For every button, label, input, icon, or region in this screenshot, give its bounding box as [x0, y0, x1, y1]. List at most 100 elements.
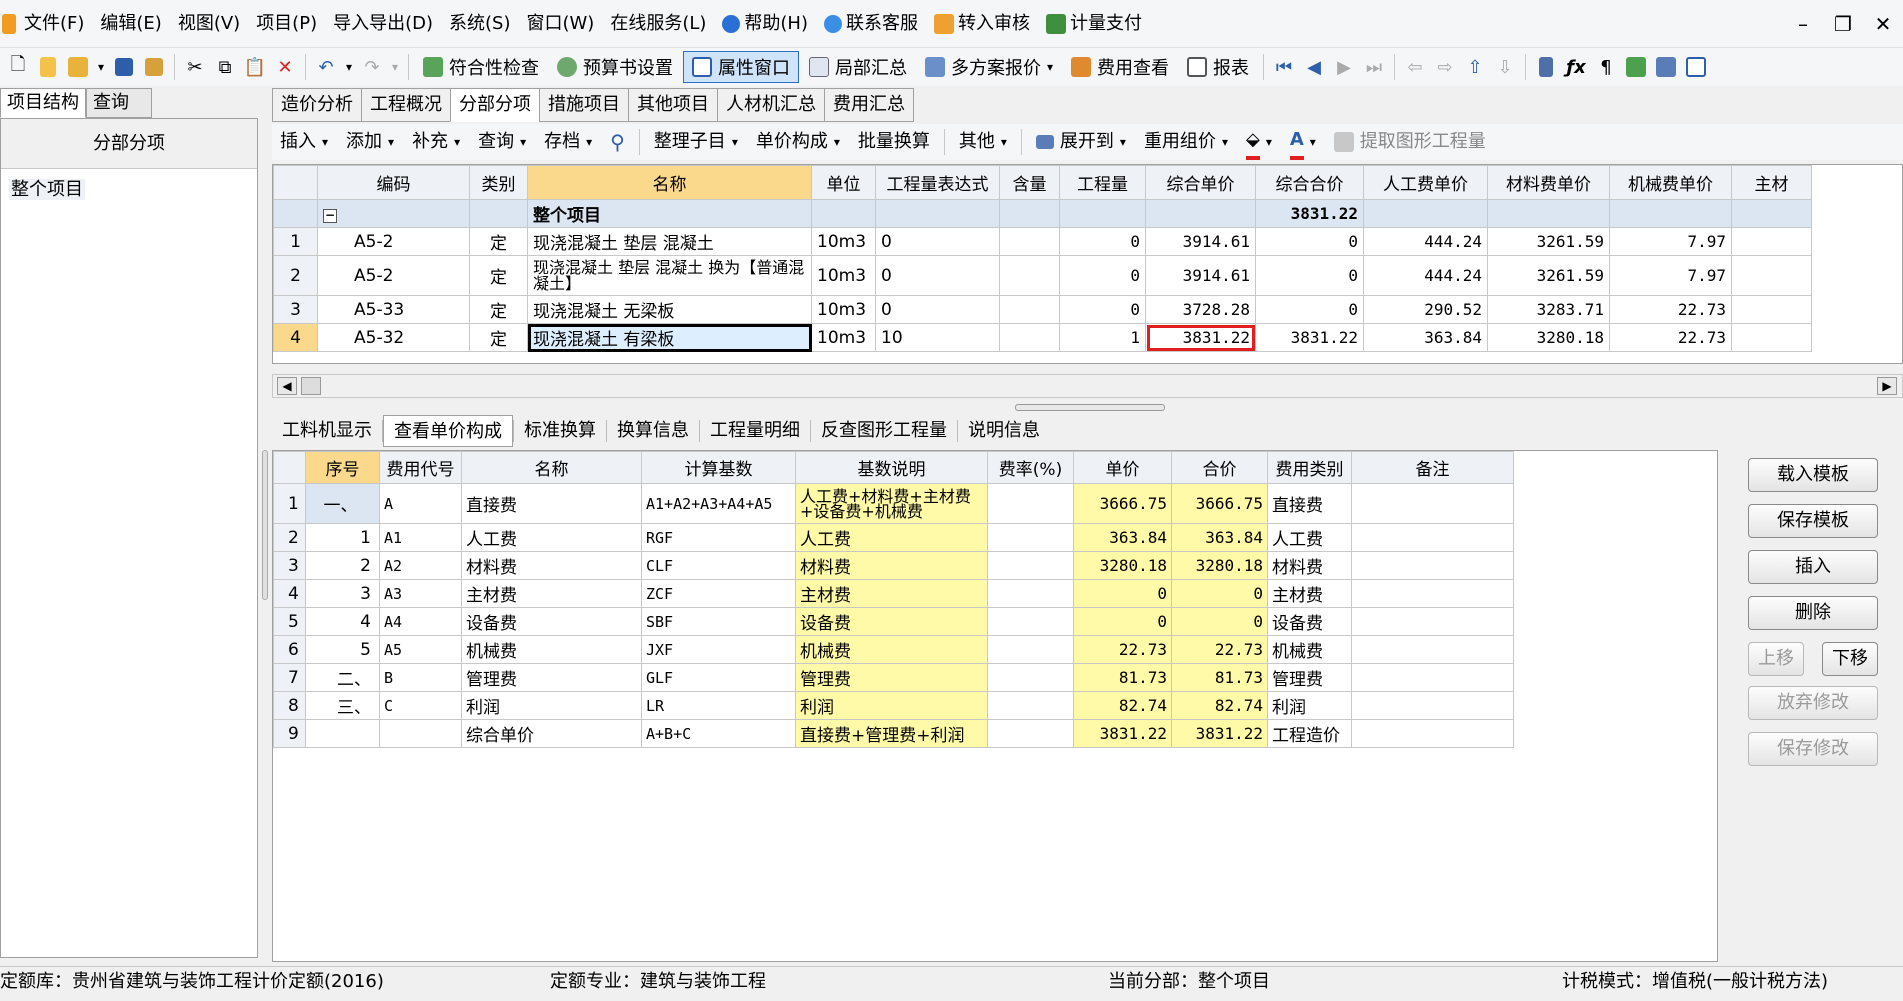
price-cell[interactable]: 3666.75 [1073, 483, 1172, 524]
arrow-right-icon[interactable]: ⇨ [1431, 52, 1459, 82]
main-tab[interactable]: 分部分项 [450, 88, 539, 122]
base-description-cell[interactable]: 主材费 [795, 579, 988, 608]
budget-setting-button[interactable]: 预算书设置 [549, 51, 681, 83]
category-cell[interactable]: 机械费 [1267, 635, 1352, 664]
column-header[interactable]: 综合单价 [1145, 165, 1256, 200]
multi-quote-button[interactable]: 多方案报价 ▾ [917, 51, 1061, 83]
tab-project-structure[interactable]: 项目结构 [0, 88, 86, 118]
insert-menu[interactable]: 插入 ▾ [272, 126, 336, 158]
category-cell[interactable]: 工程造价 [1267, 719, 1352, 748]
previous-icon[interactable]: ◀ [1300, 52, 1328, 82]
code-cell[interactable]: A5-2 [317, 255, 470, 296]
rate-cell[interactable] [987, 719, 1074, 748]
detail-tab[interactable]: 查看单价构成 [383, 415, 513, 447]
labor-cell[interactable]: 444.24 [1363, 255, 1488, 296]
column-header[interactable]: 单价 [1073, 451, 1172, 484]
column-header[interactable]: 基数说明 [795, 451, 988, 484]
menu-audit[interactable]: 转入审核 [926, 4, 1038, 44]
undo-icon[interactable]: ↶ [312, 52, 340, 82]
sum-cell[interactable]: 0 [1171, 607, 1268, 636]
labor-cell[interactable]: 290.52 [1363, 295, 1488, 324]
compliance-check-button[interactable]: 符合性检查 [415, 51, 547, 83]
column-header[interactable]: 综合合价 [1255, 165, 1364, 200]
column-header[interactable]: 工程量 [1059, 165, 1146, 200]
dropdown-icon[interactable]: ▾ [94, 52, 108, 82]
remark-cell[interactable] [1351, 635, 1514, 664]
machine-cell[interactable]: 22.73 [1609, 295, 1732, 324]
rate-cell[interactable] [987, 523, 1074, 552]
content-cell[interactable] [999, 323, 1060, 352]
name-cell[interactable]: 材料费 [461, 551, 642, 580]
detail-tab[interactable]: 说明信息 [958, 415, 1050, 447]
calculator-icon[interactable] [1532, 52, 1560, 82]
column-header[interactable]: 含量 [999, 165, 1060, 200]
material-cell[interactable]: 3261.59 [1487, 227, 1610, 256]
remark-cell[interactable] [1351, 719, 1514, 748]
move-up-button[interactable]: 上移 [1748, 642, 1804, 676]
unit-price-menu[interactable]: 单价构成 ▾ [748, 126, 848, 158]
splitter-handle[interactable] [262, 450, 268, 600]
name-cell[interactable]: 现浇混凝土 垫层 混凝土 [527, 227, 812, 256]
detail-tab[interactable]: 换算信息 [607, 415, 699, 447]
batch-convert-button[interactable]: 批量换算 [850, 126, 938, 158]
unit-cell[interactable]: 10m3 [811, 323, 876, 352]
menu-payment[interactable]: 计量支付 [1038, 4, 1150, 44]
save-icon[interactable] [110, 52, 138, 82]
base-cell[interactable]: JXF [641, 635, 796, 664]
sum-cell[interactable]: 363.84 [1171, 523, 1268, 552]
column-header[interactable]: 单位 [811, 165, 876, 200]
table-row[interactable]: 8 三、 C 利润 LR 利润 82.74 82.74 利润 [273, 691, 1514, 720]
column-header[interactable]: 序号 [305, 451, 380, 484]
column-header[interactable]: 备注 [1351, 451, 1514, 484]
delete-icon[interactable]: ✕ [271, 52, 299, 82]
rate-cell[interactable] [987, 635, 1074, 664]
table-row[interactable]: 4 A5-32 定现浇混凝土 有梁板 10m3 10 1 3831.22 3831.22 363… [273, 323, 1812, 352]
discard-changes-button[interactable]: 放弃修改 [1748, 686, 1878, 720]
price-cell[interactable]: 3280.18 [1073, 551, 1172, 580]
main-material-cell[interactable] [1731, 227, 1812, 256]
unit-price-cell[interactable]: 3728.28 [1145, 295, 1256, 324]
expand-menu[interactable]: 展开到 ▾ [1028, 126, 1134, 158]
open-folder-icon[interactable] [64, 52, 92, 82]
quantity-cell[interactable]: 0 [1059, 227, 1146, 256]
name-cell[interactable]: 综合单价 [461, 719, 642, 748]
quantity-cell[interactable]: 0 [1059, 295, 1146, 324]
arrow-left-icon[interactable]: ⇦ [1401, 52, 1429, 82]
insert-row-button[interactable]: 插入 [1748, 550, 1878, 584]
table-row[interactable]: 7 二、 B 管理费 GLF 管理费 81.73 81.73 管理费 [273, 663, 1514, 692]
remark-cell[interactable] [1351, 483, 1514, 524]
name-cell[interactable]: 主材费 [461, 579, 642, 608]
category-cell[interactable]: 人工费 [1267, 523, 1352, 552]
remark-cell[interactable] [1351, 551, 1514, 580]
base-description-cell[interactable]: 机械费 [795, 635, 988, 664]
category-cell[interactable]: 材料费 [1267, 551, 1352, 580]
formula-icon[interactable]: ƒx [1562, 52, 1590, 82]
menu-file[interactable]: 文件(F) [16, 4, 92, 44]
quantity-cell[interactable]: 0 [1059, 255, 1146, 296]
column-header[interactable]: 编码 [317, 165, 470, 200]
material-cell[interactable]: 3283.71 [1487, 295, 1610, 324]
cut-icon[interactable]: ✂ [181, 52, 209, 82]
base-description-cell[interactable]: 管理费 [795, 663, 988, 692]
scroll-thumb[interactable] [301, 377, 321, 395]
find-icon[interactable]: ⚲ [602, 126, 633, 158]
total-cell[interactable]: 0 [1255, 255, 1364, 296]
column-header[interactable]: 工程量表达式 [875, 165, 1000, 200]
load-template-button[interactable]: 载入模板 [1748, 458, 1878, 492]
base-cell[interactable]: A1+A2+A3+A4+A5 [641, 483, 796, 524]
detail-tab[interactable]: 工料机显示 [272, 415, 382, 447]
partial-summary-button[interactable]: 局部汇总 [801, 51, 915, 83]
save-all-icon[interactable] [140, 52, 168, 82]
horizontal-scrollbar[interactable]: ◀ ▶ [272, 374, 1903, 398]
name-cell[interactable]: 人工费 [461, 523, 642, 552]
scroll-right-icon[interactable]: ▶ [1877, 377, 1897, 395]
detail-tab[interactable]: 工程量明细 [700, 415, 810, 447]
material-cell[interactable]: 3261.59 [1487, 255, 1610, 296]
seq-cell[interactable]: 二、 [305, 663, 380, 692]
dropdown-icon[interactable]: ▾ [342, 52, 356, 82]
main-tab[interactable]: 造价分析 [272, 88, 361, 122]
new-project-icon[interactable] [34, 52, 62, 82]
column-header[interactable]: 费用代号 [379, 451, 462, 484]
name-cell[interactable]: 现浇混凝土 垫层 混凝土 换为【普通混凝土】 [527, 255, 812, 296]
rate-cell[interactable] [987, 691, 1074, 720]
